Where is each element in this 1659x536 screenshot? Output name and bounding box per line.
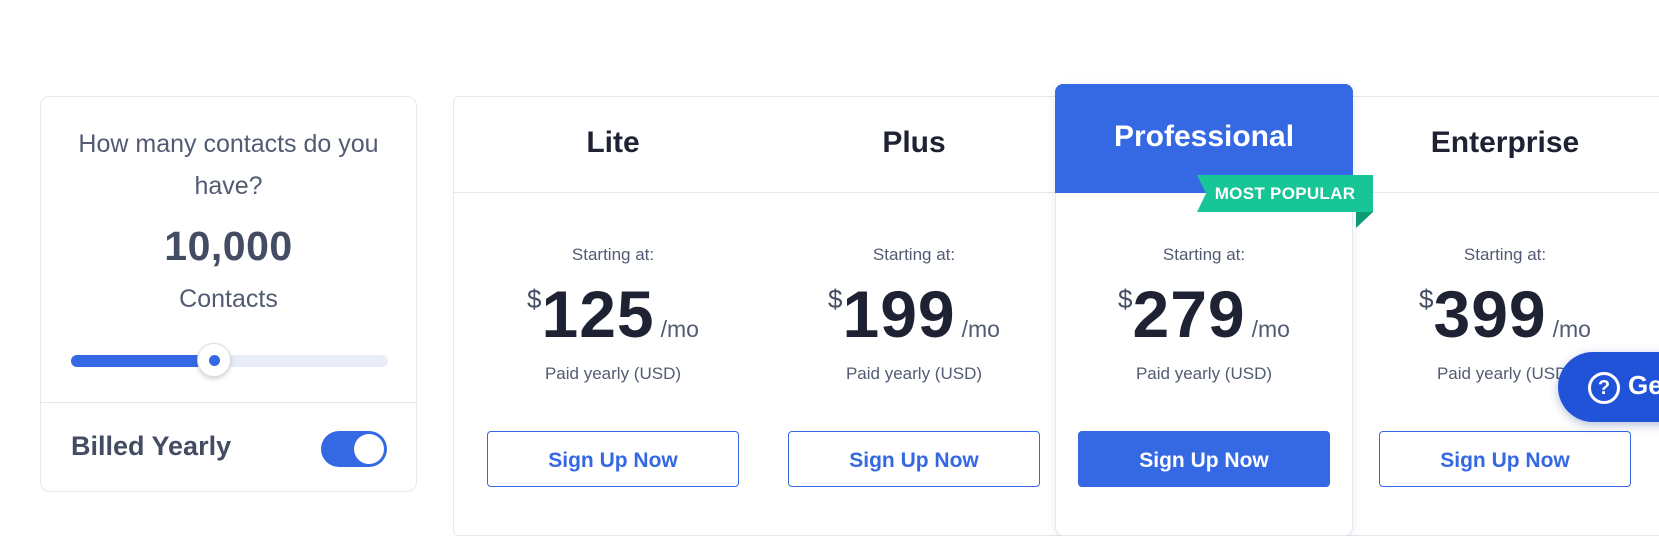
contacts-slider-fill — [71, 355, 214, 367]
plan-price: $199/mo — [764, 274, 1064, 354]
price-period: /mo — [1251, 316, 1290, 342]
question-circle-icon: ? — [1588, 372, 1620, 404]
contacts-card: How many contacts do you have? 10,000 Co… — [40, 96, 417, 492]
price-amount: 199 — [842, 277, 956, 351]
plan-starting-label: Starting at: — [872, 245, 956, 264]
currency-symbol: $ — [527, 284, 542, 314]
plan-price: $125/mo — [463, 274, 763, 354]
plan-name: Enterprise — [1430, 126, 1580, 159]
contacts-unit-label: Contacts — [179, 285, 278, 313]
contacts-count: 10,000 — [164, 223, 293, 269]
billing-yearly-toggle[interactable] — [321, 431, 387, 467]
price-amount: 279 — [1132, 277, 1246, 351]
currency-symbol: $ — [1118, 284, 1133, 314]
sign-up-button-lite[interactable]: Sign Up Now — [487, 431, 739, 487]
price-period: /mo — [660, 316, 699, 342]
plan-billing-note: Paid yearly (USD) — [1135, 364, 1273, 383]
plan-name: Professional — [1113, 120, 1295, 153]
currency-symbol: $ — [828, 284, 843, 314]
sign-up-button-professional[interactable]: Sign Up Now — [1078, 431, 1330, 487]
plan-price: $399/mo — [1355, 274, 1655, 354]
contacts-question: How many contacts do you have? — [78, 130, 379, 200]
billing-label: Billed Yearly — [71, 431, 232, 461]
plan-billing-note: Paid yearly (USD) — [544, 364, 682, 383]
price-period: /mo — [1552, 316, 1591, 342]
toggle-knob — [354, 434, 384, 464]
sign-up-button-plus[interactable]: Sign Up Now — [788, 431, 1040, 487]
plan-name: Plus — [882, 126, 946, 159]
contacts-slider[interactable] — [71, 343, 388, 377]
plan-price: $279/mo — [1055, 274, 1353, 354]
price-amount: 399 — [1433, 277, 1547, 351]
slider-thumb-dot — [208, 355, 220, 366]
plan-professional: Professional Starting at: $279/mo Paid y… — [1055, 84, 1353, 524]
sign-up-button-enterprise[interactable]: Sign Up Now — [1379, 431, 1631, 487]
plan-billing-note: Paid yearly (USD) — [845, 364, 983, 383]
help-label: Get help — [1628, 370, 1659, 400]
plan-starting-label: Starting at: — [1463, 245, 1547, 264]
most-popular-badge: MOST POPULAR — [1197, 175, 1373, 212]
plan-enterprise: Enterprise Starting at: $399/mo Paid yea… — [1355, 96, 1655, 536]
plan-starting-label: Starting at: — [571, 245, 655, 264]
plan-lite: Lite Starting at: $125/mo Paid yearly (U… — [463, 96, 763, 536]
help-button[interactable]: ? Get help — [1558, 352, 1659, 422]
price-amount: 125 — [541, 277, 655, 351]
currency-symbol: $ — [1419, 284, 1434, 314]
divider — [41, 402, 416, 403]
plan-name: Lite — [586, 126, 640, 159]
price-period: /mo — [961, 316, 1000, 342]
plan-plus: Plus Starting at: $199/mo Paid yearly (U… — [764, 96, 1064, 536]
contacts-slider-thumb[interactable] — [196, 343, 231, 377]
plan-starting-label: Starting at: — [1162, 245, 1246, 264]
